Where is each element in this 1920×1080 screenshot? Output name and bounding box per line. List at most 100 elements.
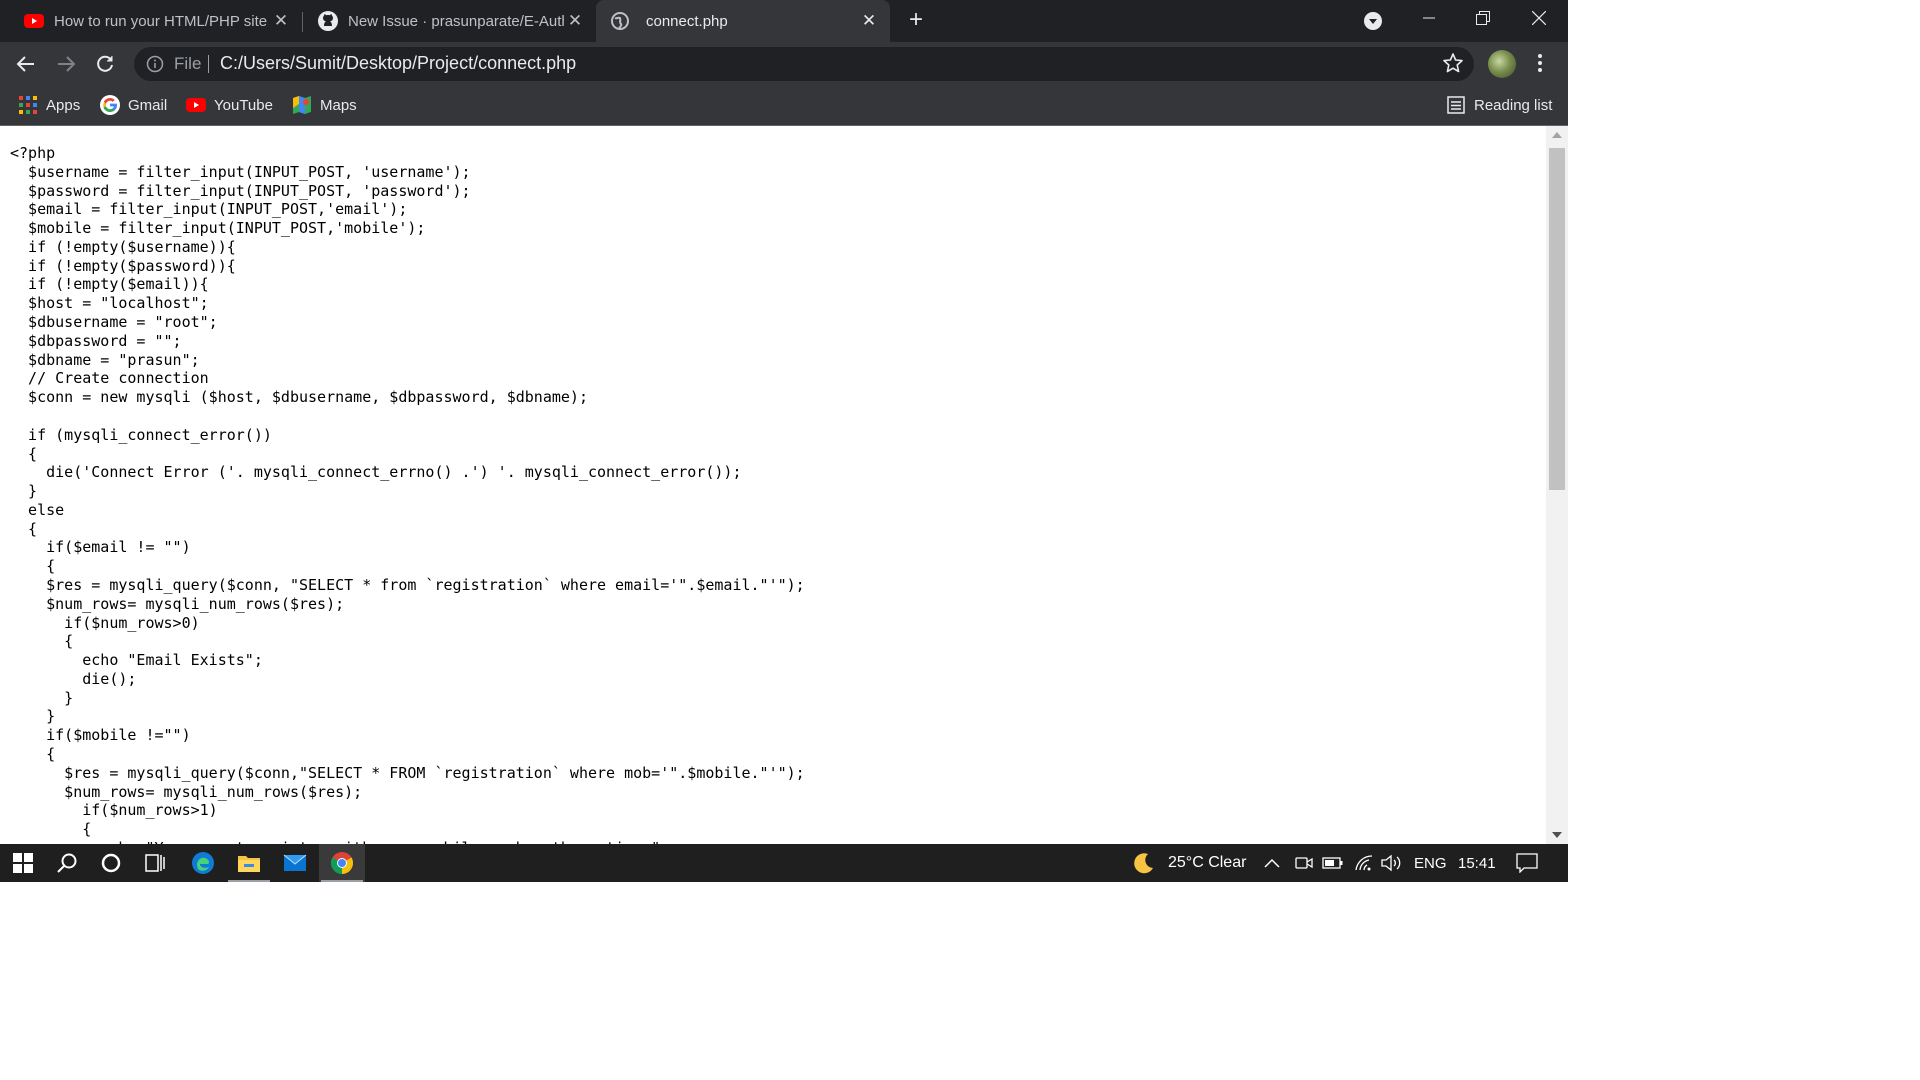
reload-icon <box>97 55 113 72</box>
code-line: if($mobile !="") <box>10 726 191 745</box>
profile-avatar[interactable] <box>1488 50 1516 78</box>
google-icon <box>100 95 120 115</box>
clock[interactable]: 15:41 <box>1458 844 1496 882</box>
code-line: if($email != "") <box>10 538 191 557</box>
chrome-taskbar-button[interactable] <box>319 844 365 882</box>
code-line: } <box>10 688 74 707</box>
windows-taskbar: 25°C Clear ENG 15:41 <box>0 844 1568 882</box>
more-menu-icon[interactable] <box>1536 52 1544 74</box>
cortana-button[interactable] <box>88 844 134 882</box>
file-explorer-icon <box>238 856 260 872</box>
reading-list-icon <box>1446 95 1466 115</box>
tab-title: connect.php <box>646 12 728 30</box>
notification-icon <box>1516 853 1538 873</box>
close-tab-icon[interactable]: ✕ <box>858 11 880 31</box>
code-line: { <box>10 745 56 763</box>
close-window-button[interactable] <box>1514 0 1564 36</box>
tab-github-issue[interactable]: New Issue · prasunparate/E-Auth ✕ <box>294 0 596 42</box>
minimize-icon <box>1423 17 1435 19</box>
restore-button[interactable] <box>1458 0 1508 36</box>
code-line: $conn = new mysqli ($host, $dbusername, … <box>10 388 588 407</box>
bookmark-gmail[interactable]: Gmail <box>100 94 167 116</box>
input-language-indicator[interactable]: ENG <box>1414 844 1447 882</box>
tab-title: New Issue · prasunparate/E-Auth <box>348 12 564 30</box>
tab-connect-php[interactable]: connect.php ✕ <box>596 0 890 42</box>
address-bar[interactable]: File C:/Users/Sumit/Desktop/Project/conn… <box>134 47 1474 81</box>
code-line: // Create connection <box>10 369 209 388</box>
moon-icon <box>1134 853 1153 874</box>
scrollbar-thumb[interactable] <box>1549 148 1565 490</box>
code-line: if (!empty($email)){ <box>10 275 209 294</box>
start-button[interactable] <box>0 844 46 882</box>
close-icon <box>1532 11 1546 25</box>
mail-icon <box>283 854 307 871</box>
bookmark-label: Maps <box>320 96 357 114</box>
weather-widget[interactable]: 25°C Clear <box>1132 844 1246 882</box>
code-line: } <box>10 707 56 726</box>
code-line: $res = mysqli_query($conn, "SELECT * fro… <box>10 575 805 594</box>
browser-toolbar: File C:/Users/Sumit/Desktop/Project/conn… <box>0 42 1568 86</box>
maps-icon <box>292 95 312 115</box>
speaker-icon <box>1381 854 1401 872</box>
scroll-down-arrow-icon[interactable] <box>1552 832 1562 838</box>
code-line: <?php <box>10 144 56 162</box>
code-line: if (!empty($password)){ <box>10 256 236 275</box>
code-line: die('Connect Error ('. mysqli_connect_er… <box>10 463 742 482</box>
scroll-up-arrow-icon[interactable] <box>1552 132 1562 138</box>
code-line: { <box>10 519 38 538</box>
task-view-button[interactable] <box>132 844 178 882</box>
forward-button[interactable] <box>52 50 80 78</box>
globe-icon <box>610 11 630 31</box>
vertical-scrollbar[interactable] <box>1546 126 1568 844</box>
arrow-left-icon <box>16 56 34 72</box>
windows-start-icon <box>13 853 33 873</box>
volume-tray-icon[interactable] <box>1380 844 1402 882</box>
back-button[interactable] <box>12 50 40 78</box>
apps-grid-icon <box>18 95 38 115</box>
code-line: if($num_rows>1) <box>10 801 218 820</box>
code-line: { <box>10 444 38 463</box>
action-center-button[interactable] <box>1516 844 1538 882</box>
code-line: $username = filter_input(INPUT_POST, 'us… <box>10 162 471 181</box>
tab-youtube-tutorial[interactable]: How to run your HTML/PHP site ✕ <box>0 0 302 42</box>
bookmark-label: Apps <box>46 96 81 114</box>
wifi-tray-icon[interactable] <box>1354 844 1374 882</box>
code-line: $res = mysqli_query($conn,"SELECT * FROM… <box>10 763 805 782</box>
mail-taskbar-button[interactable] <box>272 844 318 882</box>
youtube-icon <box>186 95 206 115</box>
url-text[interactable]: C:/Users/Sumit/Desktop/Project/connect.p… <box>220 53 576 74</box>
restore-icon <box>1476 11 1490 25</box>
bookmark-star-icon[interactable] <box>1442 52 1464 74</box>
camera-icon <box>1295 857 1313 869</box>
reading-list-button[interactable]: Reading list <box>1446 94 1552 116</box>
code-line: $dbname = "prasun"; <box>10 350 200 369</box>
file-explorer-taskbar-button[interactable] <box>226 844 272 882</box>
reload-button[interactable] <box>91 50 119 78</box>
code-line: if (mysqli_connect_error()) <box>10 425 272 444</box>
search-button[interactable] <box>44 844 90 882</box>
weather-text: 25°C Clear <box>1168 854 1247 871</box>
code-line: $mobile = filter_input(INPUT_POST,'mobil… <box>10 219 426 238</box>
bookmark-maps[interactable]: Maps <box>292 94 357 116</box>
bookmark-youtube[interactable]: YouTube <box>186 94 273 116</box>
url-scheme-label: File <box>174 54 202 73</box>
new-tab-button[interactable]: + <box>904 8 928 32</box>
close-tab-icon[interactable]: ✕ <box>564 11 586 31</box>
tab-search-dropdown-icon[interactable] <box>1364 12 1382 30</box>
info-icon[interactable] <box>146 55 164 73</box>
reading-list-label: Reading list <box>1474 96 1553 114</box>
battery-tray-icon[interactable] <box>1322 844 1344 882</box>
bookmark-apps[interactable]: Apps <box>18 94 80 116</box>
meet-now-tray-icon[interactable] <box>1295 844 1313 882</box>
code-line: } <box>10 482 38 501</box>
close-tab-icon[interactable]: ✕ <box>270 11 292 31</box>
show-hidden-icons-button[interactable] <box>1264 844 1280 882</box>
bookmarks-bar: Apps Gmail YouTube Maps Reading list <box>0 86 1568 126</box>
page-content: <?php $username = filter_input(INPUT_POS… <box>0 126 1546 844</box>
chrome-icon <box>331 852 353 874</box>
code-line: { <box>10 632 74 651</box>
omnibox-divider <box>208 55 209 73</box>
code-line: die(); <box>10 669 137 688</box>
minimize-button[interactable] <box>1404 0 1454 36</box>
edge-taskbar-button[interactable] <box>180 844 226 882</box>
